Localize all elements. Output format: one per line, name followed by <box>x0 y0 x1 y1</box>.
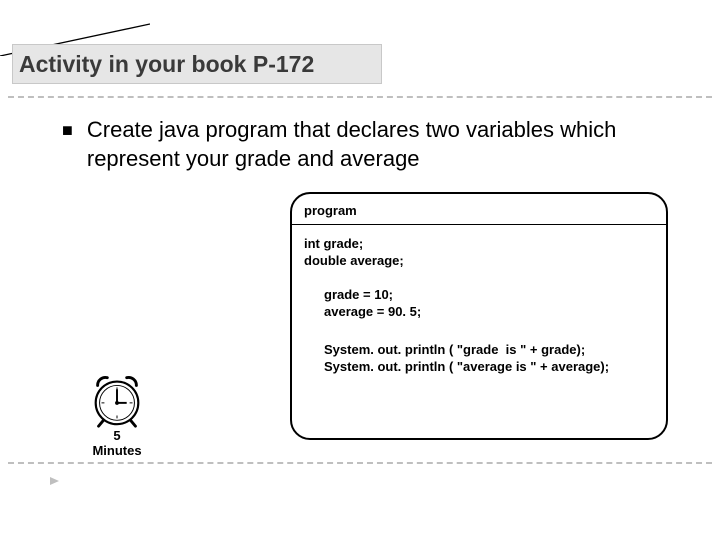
timer-group: 5 Minutes <box>82 368 152 459</box>
code-print2: System. out. println ( "average is " + a… <box>304 358 654 376</box>
footer-arrow-icon <box>48 474 62 488</box>
divider-bottom <box>8 462 712 464</box>
divider-top <box>8 96 712 98</box>
bullet-text: Create java program that declares two va… <box>87 116 680 173</box>
slide-title: Activity in your book P-172 <box>19 51 314 78</box>
code-assign2: average = 90. 5; <box>304 303 654 321</box>
timer-label: 5 Minutes <box>82 429 152 459</box>
code-decl1: int grade; <box>304 235 654 253</box>
code-divider <box>292 224 666 225</box>
timer-line1: 5 <box>82 429 152 444</box>
timer-line2: Minutes <box>82 444 152 459</box>
bullet-item: ■ Create java program that declares two … <box>62 116 680 173</box>
code-print1: System. out. println ( "grade is " + gra… <box>304 341 654 359</box>
code-decl2: double average; <box>304 252 654 270</box>
code-assign1: grade = 10; <box>304 286 654 304</box>
title-bar: Activity in your book P-172 <box>12 44 382 84</box>
code-box: program int grade; double average; grade… <box>290 192 668 440</box>
bullet-marker-icon: ■ <box>62 120 73 141</box>
alarm-clock-icon <box>86 368 148 430</box>
code-header: program <box>304 202 654 220</box>
